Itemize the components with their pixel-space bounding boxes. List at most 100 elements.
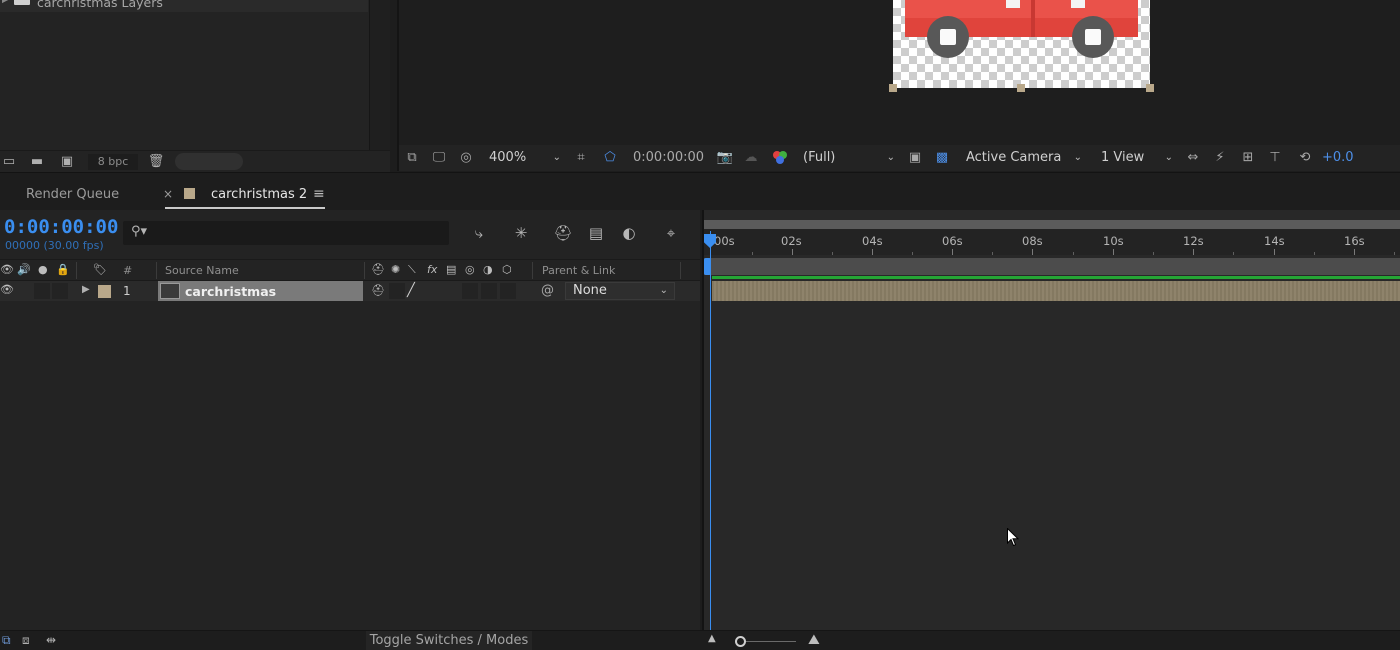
draft-3d-icon[interactable]: ✳ <box>510 222 532 244</box>
motion-blur-switch[interactable] <box>500 283 516 299</box>
3d-layer-icon[interactable]: ⬡ <box>502 263 512 277</box>
ruler-label: 16s <box>1344 234 1365 248</box>
motion-blur-switch-icon[interactable]: ◎ <box>465 263 475 277</box>
tab-render-queue[interactable]: Render Queue <box>26 187 119 202</box>
new-composition-icon[interactable]: ▣ <box>58 154 76 170</box>
tab-composition[interactable]: carchristmas 2 <box>211 187 307 202</box>
mask-path-icon[interactable]: ⬠ <box>600 150 620 166</box>
audio-switch[interactable] <box>34 283 50 299</box>
ruler-subtick <box>912 252 913 255</box>
project-tree: ▶ carchristmas Layers <box>0 0 368 145</box>
mouse-cursor-icon <box>1007 528 1019 547</box>
column-source-name[interactable]: Source Name <box>165 264 239 277</box>
solo-switch[interactable] <box>52 283 68 299</box>
transform-handle[interactable] <box>1017 84 1025 92</box>
folder-icon <box>14 0 30 5</box>
layer-row[interactable]: 👁 ▶ 1 carchristmas ⛑ ╱ @ None ⌄ <box>0 281 700 301</box>
effects-fx-icon[interactable]: fx <box>427 263 437 277</box>
motion-blur-icon[interactable]: ◐ <box>618 222 640 244</box>
panel-menu-icon[interactable]: ≡ <box>313 186 325 202</box>
comp-marker-bar[interactable] <box>704 258 1400 275</box>
snapshot-camera-icon[interactable]: 📷 <box>715 150 735 166</box>
ruler-subtick <box>992 252 993 255</box>
label-tag-icon[interactable]: 🏷 <box>93 263 107 277</box>
shy-layers-icon[interactable]: ⛑ <box>552 222 574 244</box>
graph-editor-icon[interactable]: ⌖ <box>660 222 682 244</box>
project-scrollbar[interactable] <box>369 0 390 150</box>
magnification-dropdown[interactable]: 400% ⌄ <box>485 148 565 168</box>
current-time-display[interactable]: 0:00:00:00 <box>4 216 118 238</box>
exposure-value[interactable]: +0.0 <box>1322 149 1354 167</box>
collapse-switch-icon[interactable]: ✺ <box>391 263 400 277</box>
ruler-tick <box>952 249 953 255</box>
composition-flowchart-icon[interactable]: ⤷ <box>468 222 490 244</box>
layer-switches-icon[interactable]: ⧉ <box>2 633 11 648</box>
active-tab-underline <box>165 207 325 209</box>
show-snapshot-icon[interactable]: ☁ <box>742 150 760 166</box>
layer-index: 1 <box>123 284 131 298</box>
color-channels-icon[interactable] <box>770 150 790 166</box>
toggle-pixel-aspect-icon[interactable]: ⇔ <box>1184 150 1202 166</box>
zoom-out-icon[interactable]: ▲ <box>708 633 716 644</box>
always-preview-icon[interactable]: ⧉ <box>403 150 421 166</box>
camera-dropdown[interactable]: Active Camera ⌄ <box>962 148 1086 168</box>
close-icon[interactable]: × <box>163 187 173 201</box>
mask-visibility-icon[interactable]: ◎ <box>456 150 476 166</box>
audio-speaker-icon[interactable]: 🔊 <box>17 263 31 277</box>
column-divider <box>156 262 157 279</box>
exposure-reset-icon[interactable]: ⟲ <box>1296 150 1314 166</box>
toggle-switches-modes-button[interactable]: Toggle Switches / Modes <box>366 631 532 650</box>
eye-icon[interactable]: 👁 <box>0 283 14 296</box>
composition-icon <box>160 283 180 299</box>
region-of-interest-icon[interactable]: ▣ <box>906 150 924 166</box>
collapse-switch[interactable] <box>389 283 405 299</box>
timeline-search-input[interactable]: ⚲▾ <box>123 221 449 245</box>
grid-guides-icon[interactable]: ⌗ <box>572 150 590 166</box>
effects-switch[interactable] <box>462 283 478 299</box>
project-scroll-pill[interactable] <box>175 153 243 170</box>
transform-handle[interactable] <box>1146 84 1154 92</box>
chevron-down-icon: ⌄ <box>1073 152 1082 163</box>
viewer-timecode[interactable]: 0:00:00:00 <box>633 149 704 167</box>
playhead-line[interactable] <box>710 231 711 630</box>
transfer-controls-icon[interactable]: ⧈ <box>22 633 30 648</box>
expand-triangle-icon[interactable]: ▶ <box>2 0 9 5</box>
layer-label-color[interactable] <box>98 285 111 298</box>
time-ruler[interactable] <box>704 229 1400 255</box>
time-zoom-knob[interactable] <box>735 636 746 647</box>
timeline-icon[interactable]: ⊞ <box>1239 150 1257 166</box>
frame-blending-icon[interactable]: ▤ <box>585 222 607 244</box>
view-layout-dropdown[interactable]: 1 View ⌄ <box>1097 148 1177 168</box>
frame-blend-switch-icon[interactable]: ▤ <box>446 263 456 277</box>
solo-dot-icon[interactable]: ● <box>38 263 48 277</box>
parent-dropdown[interactable]: None ⌄ <box>565 282 675 300</box>
new-folder-icon[interactable]: ▬ <box>28 154 46 170</box>
quality-switch-icon[interactable]: ⟍ <box>408 263 416 277</box>
adjustment-layer-icon[interactable]: ◑ <box>483 263 493 277</box>
trash-icon[interactable]: 🗑 <box>147 154 165 170</box>
column-parent-link[interactable]: Parent & Link <box>542 264 615 277</box>
frame-blend-switch[interactable] <box>481 283 497 299</box>
fast-previews-icon[interactable]: ⚡ <box>1211 150 1229 166</box>
lock-icon[interactable]: 🔒 <box>56 263 70 277</box>
work-area-bar[interactable] <box>704 220 1400 229</box>
flowchart-icon[interactable]: ⊤ <box>1266 150 1284 166</box>
pickwhip-icon[interactable]: @ <box>541 283 554 298</box>
interpret-footage-icon[interactable]: ▭ <box>0 154 18 170</box>
expand-triangle-icon[interactable]: ▶ <box>82 284 90 295</box>
bit-depth-button[interactable]: 8 bpc <box>88 154 138 170</box>
quality-line-icon[interactable]: ╱ <box>407 283 415 298</box>
transparency-grid-icon[interactable]: ▩ <box>933 150 951 166</box>
layer-duration-bar[interactable] <box>712 281 1400 301</box>
monitor-icon[interactable]: 🖵 <box>430 150 448 166</box>
layer-name[interactable]: carchristmas <box>185 284 276 299</box>
shy-switch-icon[interactable]: ⛑ <box>371 284 385 297</box>
project-folder-row[interactable]: ▶ carchristmas Layers <box>0 0 368 12</box>
resolution-dropdown[interactable]: (Full) ⌄ <box>799 148 899 168</box>
zoom-in-icon[interactable]: ⛰ <box>808 632 820 648</box>
transform-handle[interactable] <box>889 84 897 92</box>
shy-switch-icon[interactable]: ⛑ <box>371 263 385 277</box>
in-out-panes-icon[interactable]: ⇹ <box>46 633 56 647</box>
video-eye-icon[interactable]: 👁 <box>0 263 14 277</box>
time-zoom-slider[interactable] <box>738 641 796 642</box>
